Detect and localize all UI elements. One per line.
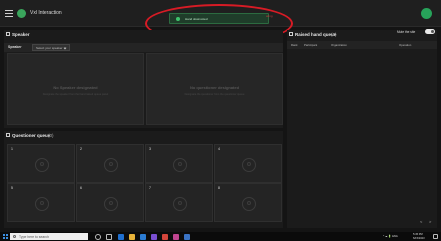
questioner-queue-count: (0) [48,133,54,138]
questioner-queue-title: Questioner queue [12,133,51,138]
queue-slot-number: 1 [11,147,13,151]
user-placeholder-icon [35,158,49,172]
search-icon [13,234,16,238]
queue-slot[interactable]: 1 [7,144,75,183]
user-placeholder-icon [173,158,187,172]
speaker-slot: No Speaker designated Designate the spea… [7,53,144,125]
queue-slot[interactable]: 6 [76,183,144,222]
speaker-label: Speaker [8,45,22,49]
user-placeholder-icon [173,197,187,211]
user-placeholder-icon [104,197,118,211]
queue-slot-number: 8 [218,186,220,190]
column-header: Operation [399,43,412,47]
app-icon[interactable] [184,233,190,240]
queue-slot[interactable]: 5 [7,183,75,222]
speaker-panel-title: Speaker [12,32,30,37]
user-placeholder-icon [104,158,118,172]
windows-taskbar: Type here to search ^ ☁ 🔋 ENG 5:45 PM 6/… [0,232,441,241]
queue-slot-number: 7 [149,186,151,190]
column-header: Organization [331,43,347,47]
speaker-slot-subtitle: Designate the speaker from the hand rais… [42,93,109,96]
user-placeholder-icon [242,158,256,172]
cortana-icon[interactable] [95,233,101,240]
column-header: Rank [291,43,298,47]
questioner-slot: No questioner designated Designate the q… [146,53,283,125]
speaker-dropdown[interactable]: Select your speaker [32,44,70,51]
file-explorer-icon[interactable] [129,233,135,240]
windows-icon[interactable] [3,234,8,239]
queue-slot-number: 2 [80,147,82,151]
speaker-dropdown-value: Select your speaker [36,46,63,50]
raised-hand-panel [287,30,437,228]
task-view-icon[interactable] [106,233,112,240]
queue-slot-number: 5 [11,186,13,190]
speaker-select-row: Speaker Select your speaker [4,43,283,52]
pager-next-button[interactable]: > [429,219,431,224]
edge-icon[interactable] [118,233,124,240]
queue-slot-number: 3 [149,147,151,151]
pager-prev-button[interactable]: < [420,219,422,224]
queue-slot[interactable]: 7 [145,183,213,222]
column-header: Participant [304,43,318,47]
raised-hand-count: (0) [331,32,337,37]
app-logo-icon [17,9,26,18]
queue-icon [6,133,10,137]
app-title: Vxl Interaction [30,10,62,16]
menu-icon[interactable] [5,10,13,17]
mail-icon[interactable] [140,233,146,240]
chevron-down-icon [63,46,67,50]
queue-slot-number: 6 [80,186,82,190]
hand-icon [289,32,293,36]
speaker-slot-title: No Speaker designated [53,85,98,90]
system-tray-icons[interactable]: ^ ☁ 🔋 ENG [383,235,398,238]
clock-date[interactable]: 6/15/2023 [413,237,425,240]
teams-icon[interactable] [151,233,157,240]
user-placeholder-icon [242,197,256,211]
user-placeholder-icon [35,197,49,211]
questioner-slot-title: No questioner designated [189,85,240,90]
taskbar-search-box[interactable]: Type here to search [10,233,88,240]
avatar-icon[interactable] [421,8,432,19]
questioner-slot-subtitle: Designate the questioner from the questi… [184,93,245,96]
mute-site-toggle[interactable] [425,29,435,34]
queue-slot[interactable]: 8 [214,183,282,222]
queue-slot-number: 4 [218,147,220,151]
taskbar-search-placeholder: Type here to search [19,234,49,239]
notification-icon[interactable] [433,234,438,239]
queue-slot[interactable]: 3 [145,144,213,183]
queue-slot[interactable]: 4 [214,144,282,183]
app-icon[interactable] [173,233,179,240]
speaker-icon [6,32,10,36]
raised-hand-table-header: Rank Participant Organization Operation [287,41,437,49]
mute-site-label: Mute the site [397,30,416,34]
chrome-icon[interactable] [162,233,168,240]
queue-slot[interactable]: 2 [76,144,144,183]
